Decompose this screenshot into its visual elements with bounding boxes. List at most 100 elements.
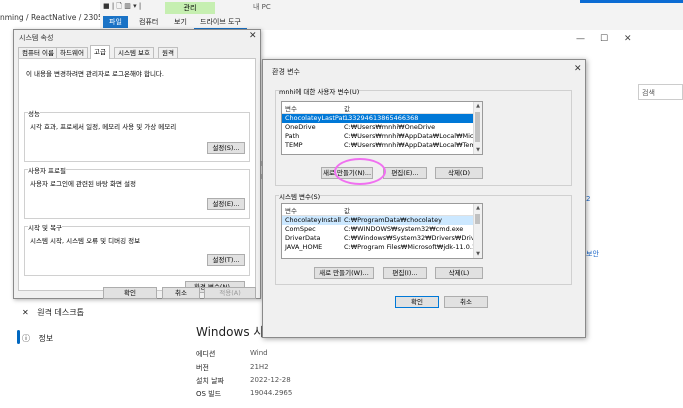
title-accent [580, 0, 683, 3]
list-item[interactable]: ChocolateyLastPat... 133294613865466368 [282, 114, 482, 123]
list-header: 변수 값 [282, 102, 482, 114]
nav-item-info[interactable]: ⓘ 정보 [22, 333, 53, 344]
performance-settings-button[interactable]: 설정(S)... [207, 142, 245, 154]
nav-active-indicator [17, 330, 20, 344]
startup-settings-button[interactable]: 설정(T)... [207, 254, 245, 266]
spec-value: 2022-12-28 [250, 376, 291, 384]
breadcrumb[interactable]: nming / ReactNative / 230525 [0, 13, 112, 22]
link-fragment-security[interactable]: 보안 [586, 249, 599, 259]
ok-button[interactable]: 확인 [103, 287, 157, 299]
cancel-button[interactable]: 취소 [444, 296, 488, 308]
spec-key: 버전 [196, 364, 209, 372]
variable-value: C:₩Program Files₩Microsoft₩jdk-11.0.18.1… [344, 243, 483, 251]
variable-value: C:₩Users₩mnhi₩AppData₩Local₩Microsof... [344, 132, 483, 140]
variable-name: OneDrive [285, 123, 316, 131]
variable-value: C:₩Users₩mnhi₩OneDrive [344, 123, 436, 131]
scrollbar[interactable]: ▲ ▼ [473, 102, 482, 154]
user-delete-button[interactable]: 삭제(D) [435, 167, 483, 179]
group-description: 시각 효과, 프로세서 일정, 메모리 사용 및 가상 메모리 [30, 123, 177, 131]
location-label: 내 PC [253, 3, 271, 11]
group-user-profiles [24, 169, 250, 219]
variable-value: C:₩ProgramData₩chocolatey [344, 216, 442, 224]
apply-button[interactable]: 적용(A) [204, 287, 256, 299]
spec-key: OS 빌드 [196, 390, 222, 398]
group-title: 시작 및 복구 [28, 222, 63, 232]
scroll-up-icon[interactable]: ▲ [474, 103, 482, 109]
system-edit-button[interactable]: 편집(I)... [383, 267, 427, 279]
link-fragment[interactable]: 2 [586, 195, 590, 203]
minimize-icon[interactable]: — [576, 34, 585, 44]
group-description: 시스템 시작, 시스템 오류 및 디버깅 정보 [30, 237, 141, 245]
info-icon: ⓘ [22, 334, 30, 343]
group-title: mnhi에 대한 사용자 변수(U) [279, 86, 360, 96]
scroll-thumb[interactable] [475, 112, 480, 142]
list-item[interactable]: DriverData C:₩Windows₩System32₩Drivers₩D… [282, 234, 482, 243]
variable-name: DriverData [285, 234, 321, 242]
group-performance [24, 112, 250, 162]
column-header-value[interactable]: 값 [344, 103, 350, 113]
variable-name: ChocolateyInstall [285, 216, 341, 224]
context-tab-manage[interactable]: 관리 [165, 2, 215, 14]
list-item[interactable]: ChocolateyInstall C:₩ProgramData₩chocola… [282, 216, 482, 225]
variable-value: 133294613865466368 [344, 114, 419, 122]
variable-value: C:₩Users₩mnhi₩AppData₩Local₩Temp [344, 141, 480, 149]
highlight-annotation [334, 158, 386, 185]
spec-key: 설치 날짜 [196, 377, 224, 385]
system-delete-button[interactable]: 삭제(L) [435, 267, 483, 279]
admin-note: 이 내용을 변경하려면 관리자로 로그온해야 합니다. [26, 70, 164, 78]
close-icon[interactable]: ✕ [624, 34, 632, 44]
remote-desktop-icon: ✕ [22, 308, 29, 317]
system-variables-list[interactable]: 변수 값 ChocolateyInstall C:₩ProgramData₩ch… [281, 203, 483, 259]
profile-settings-button[interactable]: 설정(E)... [207, 198, 245, 210]
list-header: 변수 값 [282, 204, 482, 216]
variable-name: TEMP [285, 141, 303, 149]
variable-name: JAVA_HOME [285, 243, 323, 251]
scrollbar[interactable]: ▲ ▼ [473, 204, 482, 258]
maximize-icon[interactable]: ☐ [600, 34, 608, 44]
group-title: 성능 [28, 108, 40, 118]
spec-value: 21H2 [250, 363, 269, 371]
close-icon[interactable]: ✕ [249, 31, 257, 41]
group-title: 사용자 프로필 [28, 165, 66, 175]
tab-advanced[interactable]: 고급 [90, 45, 110, 59]
dialog-title: 시스템 속성 [19, 34, 54, 42]
column-header-variable[interactable]: 변수 [285, 103, 297, 113]
spec-value: 19044.2965 [250, 389, 293, 397]
tab-file[interactable]: 파일 [103, 16, 128, 28]
cancel-button[interactable]: 취소 [162, 287, 200, 299]
nav-label: 원격 데스크톱 [37, 308, 84, 317]
spec-value: Wind [250, 349, 268, 357]
list-item[interactable]: TEMP C:₩Users₩mnhi₩AppData₩Local₩Temp [282, 141, 482, 150]
user-variables-list[interactable]: 변수 값 ChocolateyLastPat... 13329461386546… [281, 101, 483, 155]
scroll-down-icon[interactable]: ▼ [474, 251, 482, 257]
nav-label: 정보 [38, 334, 54, 343]
list-item[interactable]: JAVA_HOME C:₩Program Files₩Microsoft₩jdk… [282, 243, 482, 252]
nav-item-remote-desktop[interactable]: ✕ 원격 데스크톱 [22, 307, 84, 318]
search-input[interactable]: 검색 [638, 84, 683, 100]
list-item[interactable]: OneDrive C:₩Users₩mnhi₩OneDrive [282, 123, 482, 132]
variable-value: C:₩WINDOWS₩system32₩cmd.exe [344, 225, 464, 233]
close-icon[interactable]: ✕ [574, 64, 582, 74]
tab-computer[interactable]: 컴퓨터 [133, 16, 164, 28]
group-startup-recovery [24, 226, 250, 276]
list-item[interactable]: Path C:₩Users₩mnhi₩AppData₩Local₩Microso… [282, 132, 482, 141]
quick-access-toolbar[interactable]: ■ | 🗋 ▥ ▾ | [103, 2, 141, 13]
dialog-title: 환경 변수 [272, 68, 300, 76]
column-header-value[interactable]: 값 [344, 205, 350, 215]
variable-name: ChocolateyLastPat... [285, 114, 352, 122]
ok-button[interactable]: 확인 [395, 296, 439, 308]
variable-name: ComSpec [285, 225, 316, 233]
system-new-button[interactable]: 새로 만들기(W)... [314, 267, 374, 279]
tab-view[interactable]: 보기 [168, 16, 193, 28]
group-title: 시스템 변수(S) [279, 191, 321, 201]
variable-value: C:₩Windows₩System32₩Drivers₩DriverData [344, 234, 483, 242]
system-properties-dialog: 시스템 속성 ✕ 컴퓨터 이름 하드웨어 시스템 보호 원격 고급 이 내용을 … [13, 29, 261, 299]
user-edit-button[interactable]: 편집(E)... [383, 167, 427, 179]
tab-drive-tools[interactable]: 드라이브 도구 [194, 16, 247, 30]
scroll-thumb[interactable] [475, 214, 480, 224]
group-description: 사용자 로그인에 관련된 바탕 화면 설정 [30, 180, 137, 188]
scroll-down-icon[interactable]: ▼ [474, 147, 482, 153]
list-item[interactable]: ComSpec C:₩WINDOWS₩system32₩cmd.exe [282, 225, 482, 234]
scroll-up-icon[interactable]: ▲ [474, 205, 482, 211]
column-header-variable[interactable]: 변수 [285, 205, 297, 215]
